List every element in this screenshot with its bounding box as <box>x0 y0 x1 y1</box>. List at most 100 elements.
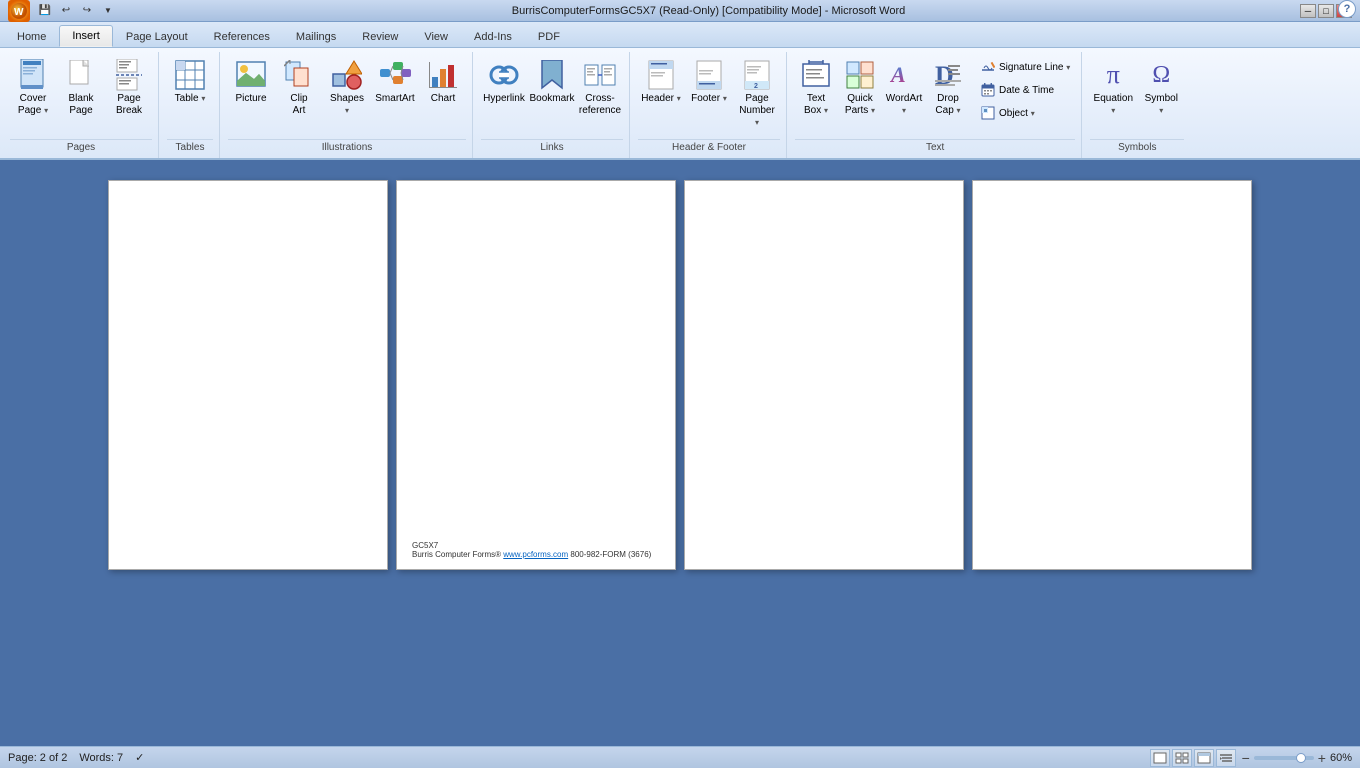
smartart-label: SmartArt <box>375 93 414 105</box>
quick-access-toolbar: 💾 ↩ ↪ ▼ <box>36 2 117 20</box>
tab-mailings[interactable]: Mailings <box>283 25 349 47</box>
footer-button[interactable]: Footer ▾ <box>686 54 732 124</box>
spell-check-icon[interactable]: ✓ <box>135 751 144 764</box>
symbol-icon: Ω <box>1145 59 1177 91</box>
hyperlink-button[interactable]: Hyperlink <box>481 54 527 124</box>
text-label: Text <box>795 139 1075 156</box>
chart-icon <box>427 59 459 91</box>
smartart-icon <box>379 59 411 91</box>
undo-quick-btn[interactable]: ↩ <box>57 2 75 20</box>
tables-label: Tables <box>167 139 213 156</box>
table-button[interactable]: Table ▾ <box>167 54 213 124</box>
object-button[interactable]: Object ▾ <box>975 102 1075 124</box>
clip-art-label: ClipArt <box>290 93 307 117</box>
page-4 <box>972 180 1252 570</box>
tables-buttons: Table ▾ <box>167 52 213 137</box>
date-time-button[interactable]: Date & Time <box>975 79 1075 101</box>
status-bar: Page: 2 of 2 Words: 7 ✓ − + 60% <box>0 746 1360 768</box>
cross-reference-label: Cross-reference <box>579 93 621 117</box>
footer-line2: Burris Computer Forms® www.pcforms.com 8… <box>412 550 660 559</box>
drop-cap-icon: D <box>932 59 964 91</box>
shapes-icon <box>331 59 363 91</box>
tab-references[interactable]: References <box>201 25 283 47</box>
footer-icon <box>693 59 725 91</box>
blank-page-button[interactable]: BlankPage <box>58 54 104 124</box>
wordart-button[interactable]: A WordArt ▾ <box>883 54 925 124</box>
quick-parts-button[interactable]: QuickParts ▾ <box>839 54 881 124</box>
header-footer-buttons: Header ▾ Footer ▾ <box>638 52 780 137</box>
clip-art-icon <box>283 59 315 91</box>
equation-label: Equation ▾ <box>1093 93 1133 117</box>
minimize-btn[interactable]: ─ <box>1300 4 1316 18</box>
date-time-icon <box>980 82 996 98</box>
title-bar-left: W 💾 ↩ ↪ ▼ <box>8 0 117 22</box>
zoom-out-btn[interactable]: − <box>1242 750 1250 766</box>
text-box-label: TextBox ▾ <box>804 93 828 117</box>
drop-cap-label: DropCap ▾ <box>935 93 960 117</box>
page-break-button[interactable]: PageBreak <box>106 54 152 124</box>
hyperlink-icon <box>488 59 520 91</box>
cross-reference-icon <box>584 59 616 91</box>
picture-button[interactable]: Picture <box>228 54 274 124</box>
qa-dropdown-btn[interactable]: ▼ <box>99 2 117 20</box>
symbol-button[interactable]: Ω Symbol ▾ <box>1138 54 1184 124</box>
svg-text:W: W <box>14 7 24 18</box>
bookmark-button[interactable]: Bookmark <box>529 54 575 124</box>
chart-button[interactable]: Chart <box>420 54 466 124</box>
shapes-button[interactable]: Shapes ▾ <box>324 54 370 124</box>
bookmark-label: Bookmark <box>530 93 575 105</box>
print-layout-btn[interactable] <box>1150 749 1170 767</box>
bookmark-icon <box>536 59 568 91</box>
date-time-label: Date & Time <box>999 85 1054 96</box>
svg-text:2: 2 <box>754 83 758 90</box>
cross-reference-button[interactable]: Cross-reference <box>577 54 623 124</box>
outline-view-btn[interactable] <box>1216 749 1236 767</box>
signature-line-icon <box>980 59 996 75</box>
tab-home[interactable]: Home <box>4 25 59 47</box>
text-box-button[interactable]: TextBox ▾ <box>795 54 837 124</box>
object-icon <box>980 105 996 121</box>
tab-review[interactable]: Review <box>349 25 411 47</box>
zoom-handle[interactable] <box>1296 753 1306 763</box>
page-3 <box>684 180 964 570</box>
redo-quick-btn[interactable]: ↪ <box>78 2 96 20</box>
restore-btn[interactable]: □ <box>1318 4 1334 18</box>
office-logo[interactable]: W <box>8 0 30 22</box>
footer-label: Footer ▾ <box>691 93 727 105</box>
footer-line1: GC5X7 <box>412 541 660 550</box>
header-button[interactable]: Header ▾ <box>638 54 684 124</box>
full-screen-btn[interactable] <box>1172 749 1192 767</box>
quick-parts-icon <box>844 59 876 91</box>
illustrations-label: Illustrations <box>228 139 466 156</box>
tab-add-ins[interactable]: Add-Ins <box>461 25 525 47</box>
clip-art-button[interactable]: ClipArt <box>276 54 322 124</box>
signature-line-button[interactable]: Signature Line ▾ <box>975 56 1075 78</box>
page-break-label: PageBreak <box>116 93 142 117</box>
drop-cap-button[interactable]: D DropCap ▾ <box>927 54 969 124</box>
web-layout-btn[interactable] <box>1194 749 1214 767</box>
tab-pdf[interactable]: PDF <box>525 25 573 47</box>
page-3-content <box>685 181 963 569</box>
save-quick-btn[interactable]: 💾 <box>36 2 54 20</box>
tab-page-layout[interactable]: Page Layout <box>113 25 201 47</box>
page-2: GC5X7 Burris Computer Forms® www.pcforms… <box>396 180 676 570</box>
ribbon-group-pages: CoverPage ▾ BlankPage <box>4 52 159 158</box>
page-1 <box>108 180 388 570</box>
page-2-footer: GC5X7 Burris Computer Forms® www.pcforms… <box>397 541 675 559</box>
cover-page-button[interactable]: CoverPage ▾ <box>10 54 56 124</box>
tab-insert[interactable]: Insert <box>59 25 113 47</box>
page-number-icon: 2 <box>741 59 773 91</box>
page-break-icon <box>113 59 145 91</box>
page-number-button[interactable]: 2 PageNumber ▾ <box>734 54 780 132</box>
footer-link[interactable]: www.pcforms.com <box>503 550 568 559</box>
equation-icon: π <box>1097 59 1129 91</box>
help-button[interactable]: ? <box>1338 0 1356 18</box>
text-buttons: TextBox ▾ QuickParts ▾ <box>795 52 1075 137</box>
picture-icon <box>235 59 267 91</box>
smartart-button[interactable]: SmartArt <box>372 54 418 124</box>
ribbon-group-header-footer: Header ▾ Footer ▾ <box>632 52 787 158</box>
zoom-slider[interactable] <box>1254 756 1314 760</box>
zoom-in-btn[interactable]: + <box>1318 750 1326 766</box>
equation-button[interactable]: π Equation ▾ <box>1090 54 1136 124</box>
tab-view[interactable]: View <box>411 25 461 47</box>
